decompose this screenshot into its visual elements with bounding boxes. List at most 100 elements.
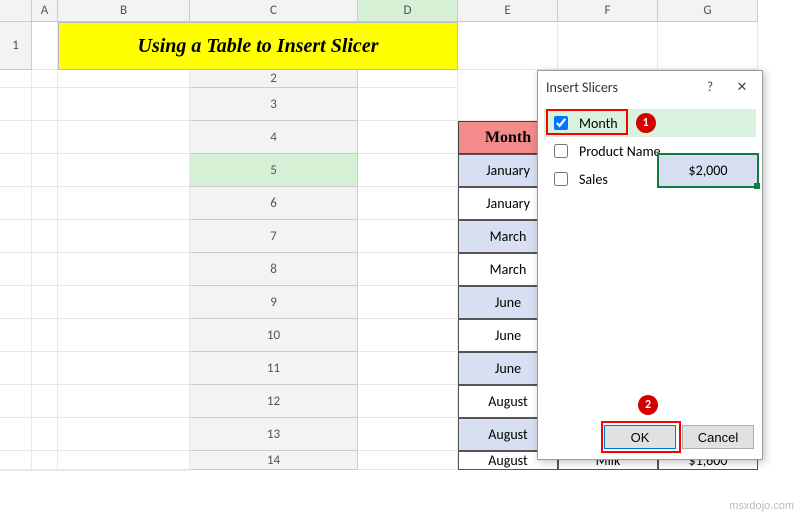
cell-F14[interactable] <box>32 470 58 471</box>
cell-A14[interactable] <box>358 451 458 470</box>
cell-G10[interactable] <box>58 352 190 385</box>
row-header-13[interactable]: 13 <box>190 418 358 451</box>
cell-G13[interactable] <box>58 451 190 470</box>
row-header-6[interactable]: 6 <box>190 187 358 220</box>
cell-G6[interactable] <box>58 220 190 253</box>
cell-G9[interactable] <box>58 319 190 352</box>
cell-F5[interactable] <box>32 187 58 220</box>
cancel-button[interactable]: Cancel <box>682 425 754 449</box>
cell-D1[interactable] <box>658 22 758 70</box>
cell-F2[interactable] <box>32 88 58 121</box>
column-header-F[interactable]: F <box>558 0 658 22</box>
cell-F13[interactable] <box>32 451 58 470</box>
cell-F10[interactable] <box>32 352 58 385</box>
cell-E1[interactable] <box>0 70 32 88</box>
column-header-G[interactable]: G <box>658 0 758 22</box>
cell-E11[interactable] <box>0 385 32 418</box>
cell-G11[interactable] <box>58 385 190 418</box>
cell-E4[interactable] <box>0 154 32 187</box>
slicer-field-label: Product Name <box>579 143 661 160</box>
column-header-C[interactable]: C <box>190 0 358 22</box>
cell-G1[interactable] <box>58 70 190 88</box>
cell-G3[interactable] <box>58 121 190 154</box>
cell-A8[interactable] <box>358 253 458 286</box>
cell-G2[interactable] <box>58 88 190 121</box>
cell-E6[interactable] <box>0 220 32 253</box>
cell-G14[interactable] <box>58 470 190 471</box>
row-header-11[interactable]: 11 <box>190 352 358 385</box>
cell-value: August <box>488 426 527 443</box>
slicer-field-row[interactable]: Month1 <box>544 109 756 137</box>
dialog-title: Insert Slicers <box>546 79 618 96</box>
row-header-10[interactable]: 10 <box>190 319 358 352</box>
ok-button[interactable]: OK <box>604 425 676 449</box>
slicer-field-checkbox[interactable] <box>554 172 568 186</box>
cell-value: August <box>488 452 527 469</box>
row-header-5[interactable]: 5 <box>190 154 358 187</box>
column-header-D[interactable]: D <box>358 0 458 22</box>
cell-G7[interactable] <box>58 253 190 286</box>
cell-E12[interactable] <box>0 418 32 451</box>
select-all-corner[interactable] <box>0 0 32 22</box>
dialog-help-button[interactable]: ? <box>698 77 722 97</box>
cell-F9[interactable] <box>32 319 58 352</box>
cell-A9[interactable] <box>358 286 458 319</box>
cell-C1[interactable] <box>558 22 658 70</box>
cell-F12[interactable] <box>32 418 58 451</box>
row-header-1[interactable]: 1 <box>0 22 32 70</box>
row-header-14[interactable]: 14 <box>190 451 358 470</box>
cell-F6[interactable] <box>32 220 58 253</box>
row-header-3[interactable]: 3 <box>190 88 358 121</box>
cell-A3[interactable] <box>358 88 458 121</box>
table-cell[interactable]: $2,000 <box>658 154 758 187</box>
cell-E3[interactable] <box>0 121 32 154</box>
dialog-titlebar[interactable]: Insert Slicers ? ✕ <box>538 71 762 103</box>
cell-A10[interactable] <box>358 319 458 352</box>
cell-G5[interactable] <box>58 187 190 220</box>
cell-A1[interactable] <box>32 22 58 70</box>
cell-value: June <box>495 294 521 311</box>
row-header-8[interactable]: 8 <box>190 253 358 286</box>
cell-value: January <box>486 162 530 179</box>
row-header-4[interactable]: 4 <box>190 121 358 154</box>
cell-E14[interactable] <box>0 470 32 471</box>
cell-E9[interactable] <box>0 319 32 352</box>
slicer-field-checkbox[interactable] <box>554 116 568 130</box>
dialog-close-button[interactable]: ✕ <box>730 77 754 97</box>
cell-A11[interactable] <box>358 352 458 385</box>
table-header-label: Month <box>485 129 531 147</box>
cell-F8[interactable] <box>32 286 58 319</box>
cell-E2[interactable] <box>0 88 32 121</box>
row-header-12[interactable]: 12 <box>190 385 358 418</box>
cell-F7[interactable] <box>32 253 58 286</box>
cell-G8[interactable] <box>58 286 190 319</box>
cell-E13[interactable] <box>0 451 32 470</box>
cell-E7[interactable] <box>0 253 32 286</box>
row-header-2[interactable]: 2 <box>190 70 358 88</box>
column-header-B[interactable]: B <box>58 0 190 22</box>
cell-A12[interactable] <box>358 385 458 418</box>
cell-G12[interactable] <box>58 418 190 451</box>
cell-A4[interactable] <box>358 121 458 154</box>
cell-E8[interactable] <box>0 286 32 319</box>
row-header-9[interactable]: 9 <box>190 286 358 319</box>
column-header-E[interactable]: E <box>458 0 558 22</box>
cell-F1[interactable] <box>32 70 58 88</box>
cell-F3[interactable] <box>32 121 58 154</box>
cell-A6[interactable] <box>358 187 458 220</box>
cell-A7[interactable] <box>358 220 458 253</box>
cell-F4[interactable] <box>32 154 58 187</box>
cell-B1[interactable] <box>458 22 558 70</box>
cell-E10[interactable] <box>0 352 32 385</box>
cell-G4[interactable] <box>58 154 190 187</box>
slicer-field-checkbox[interactable] <box>554 144 568 158</box>
callout-2: 2 <box>638 395 658 415</box>
cell-A2[interactable] <box>358 70 458 88</box>
cell-value: March <box>490 228 527 245</box>
cell-E5[interactable] <box>0 187 32 220</box>
cell-A5[interactable] <box>358 154 458 187</box>
row-header-7[interactable]: 7 <box>190 220 358 253</box>
cell-A13[interactable] <box>358 418 458 451</box>
cell-F11[interactable] <box>32 385 58 418</box>
column-header-A[interactable]: A <box>32 0 58 22</box>
